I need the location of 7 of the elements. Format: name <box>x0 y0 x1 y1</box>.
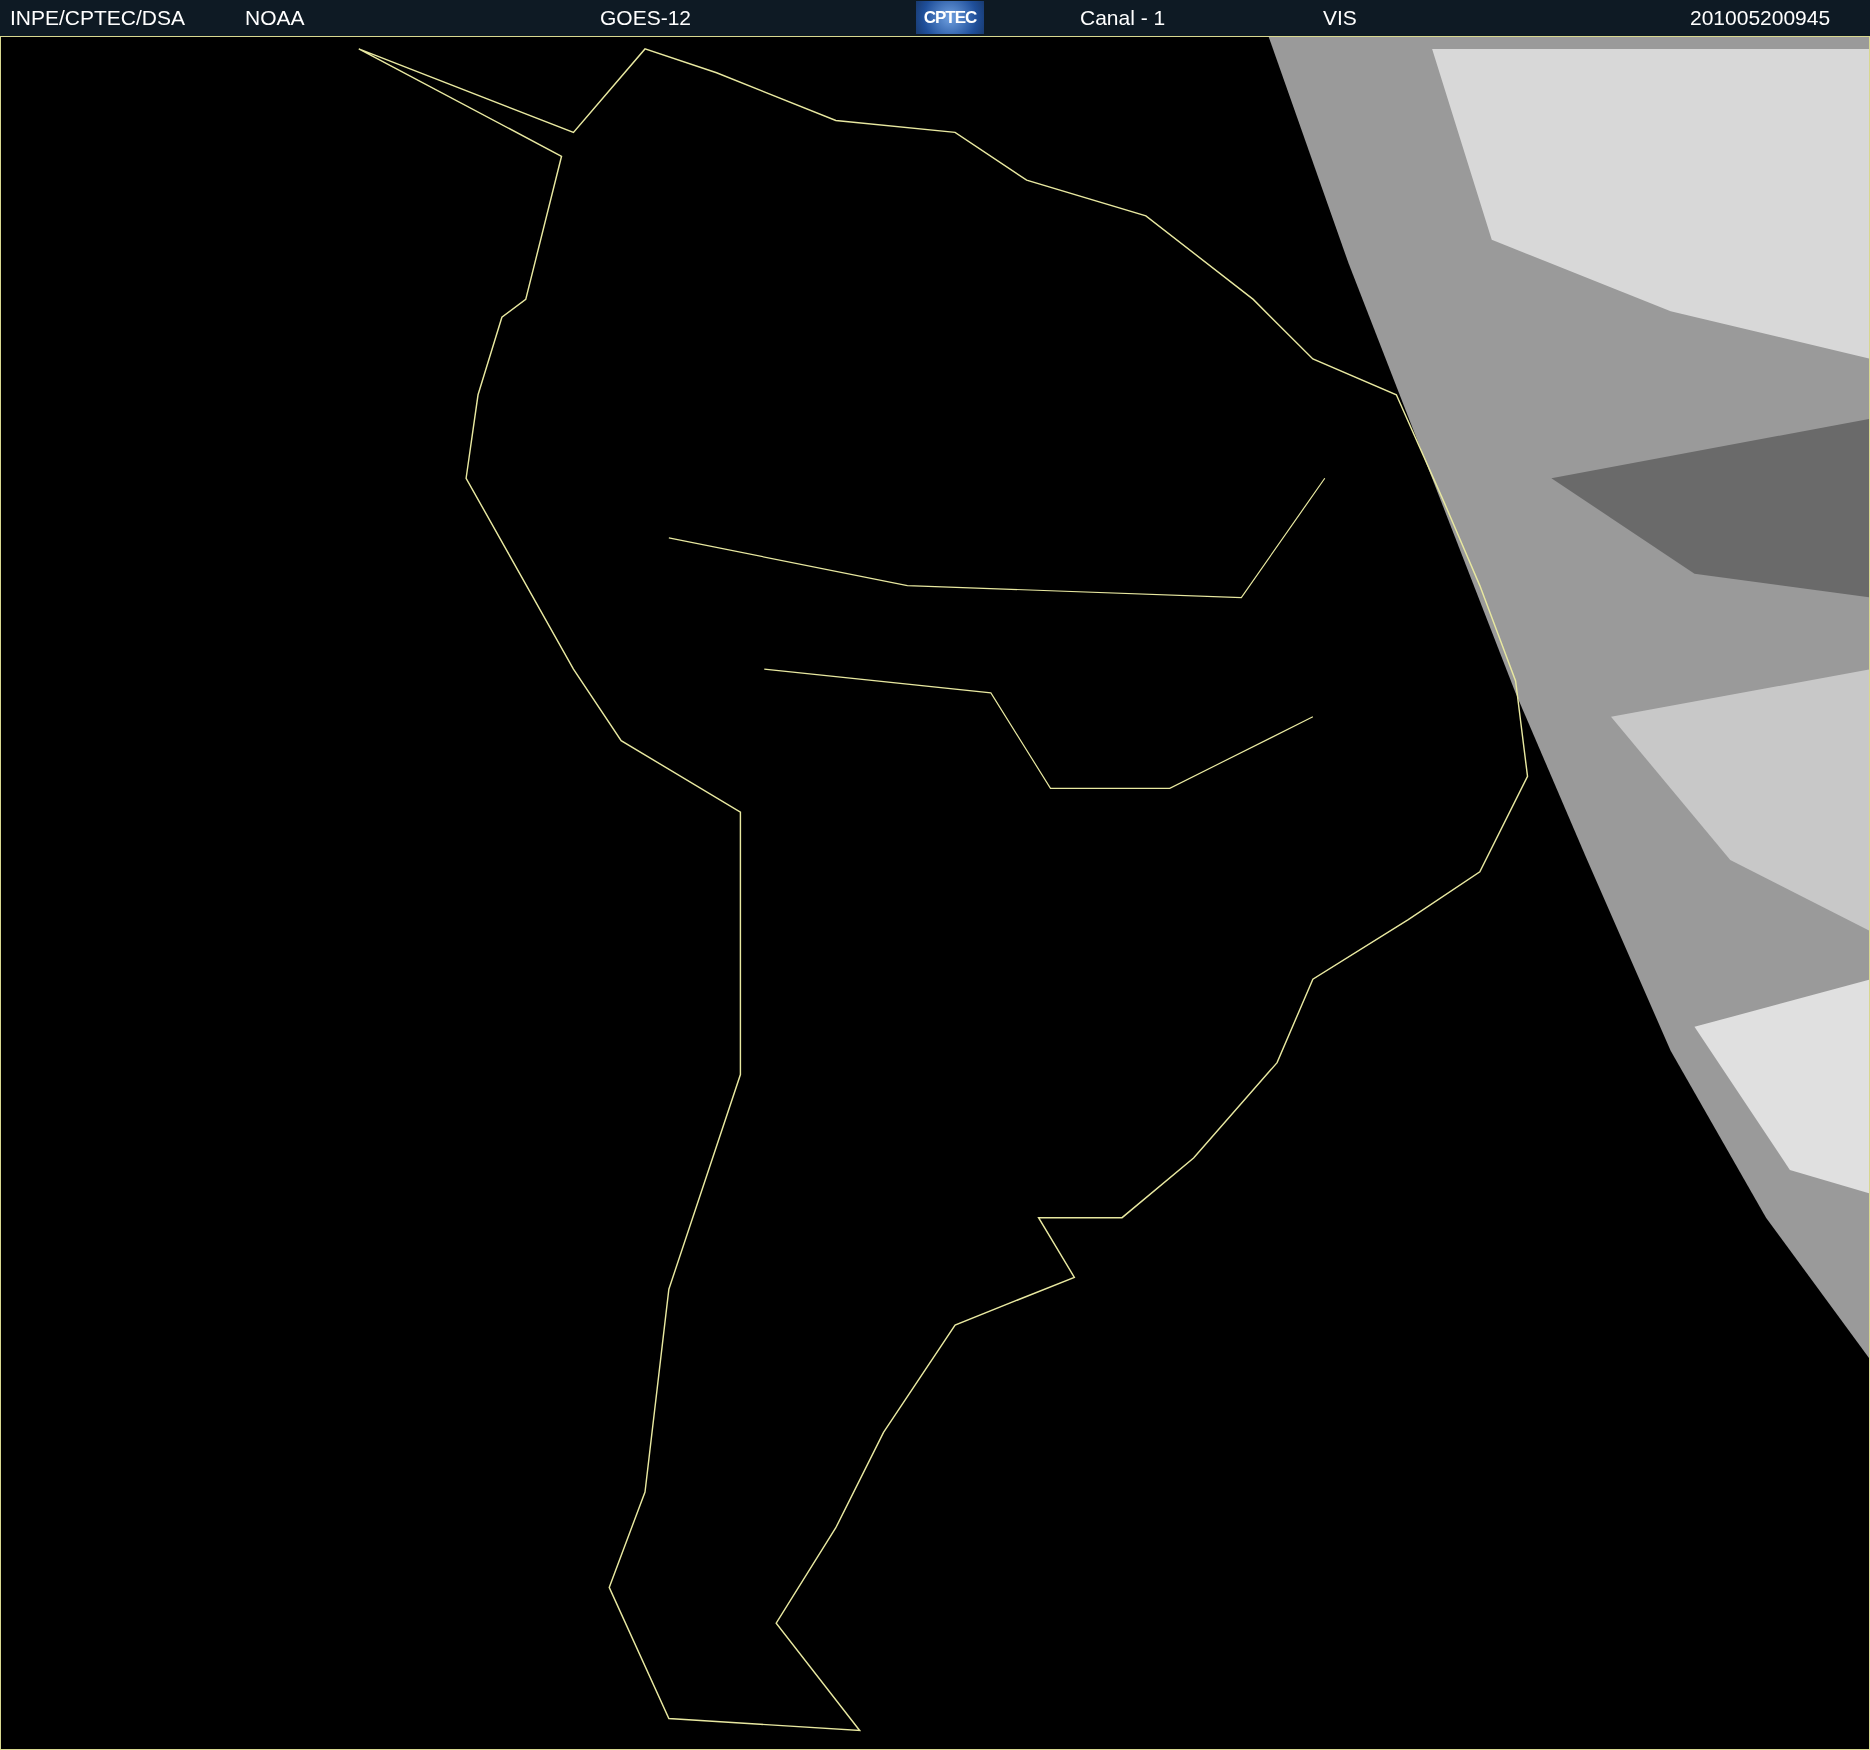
header-label: GOES-12 <box>600 7 692 29</box>
header-label: VIS <box>1323 7 1357 29</box>
header-label: NOAA <box>245 7 305 29</box>
header-label: 201005200945 <box>1690 7 1831 29</box>
header-label: Canal - 1 <box>1080 7 1166 29</box>
header-label: INPE/CPTEC/DSA <box>10 7 186 29</box>
logo: CPTEC <box>916 1 984 34</box>
